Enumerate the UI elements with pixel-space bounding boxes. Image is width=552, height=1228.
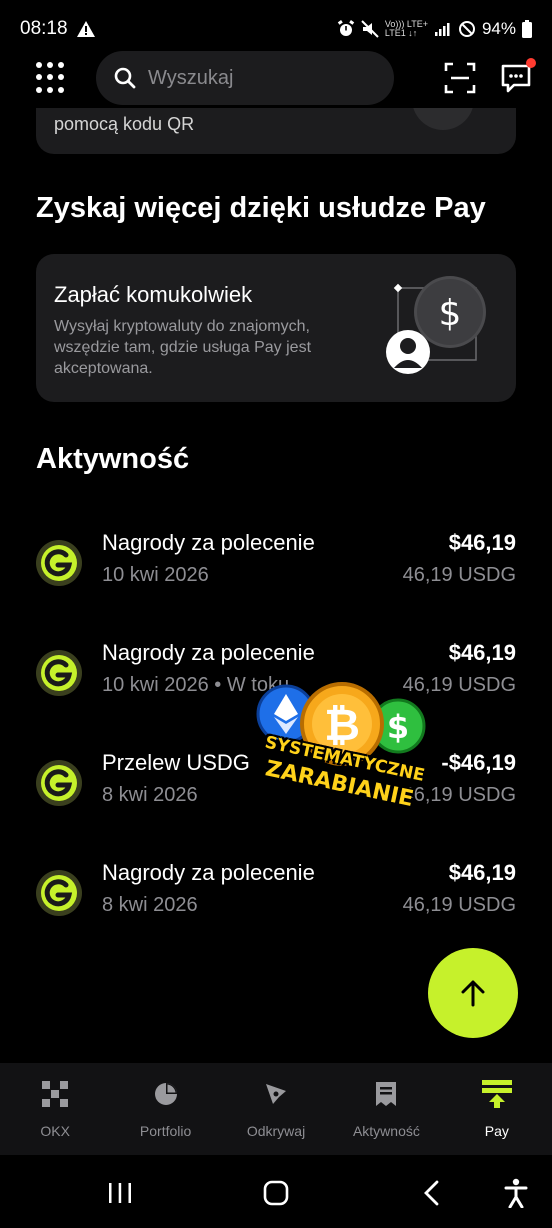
activity-token-amount: 46,19 USDG bbox=[402, 894, 516, 916]
signal-icon bbox=[434, 23, 450, 36]
nav-item-discover[interactable]: Odkrywaj bbox=[221, 1063, 331, 1155]
home-button[interactable] bbox=[256, 1173, 296, 1213]
search-placeholder: Wyszukaj bbox=[148, 66, 234, 89]
qr-card[interactable]: pomocą kodu QR bbox=[36, 108, 516, 154]
recent-apps-icon bbox=[109, 1183, 131, 1203]
scroll-to-top-button[interactable] bbox=[428, 948, 518, 1038]
activity-date: 8 kwi 2026 bbox=[102, 894, 198, 916]
activity-row[interactable]: Przelew USDG 8 kwi 2026 -$46,19 46,19 US… bbox=[36, 742, 516, 812]
nav-label: Portfolio bbox=[139, 1123, 192, 1139]
battery-icon bbox=[522, 20, 532, 38]
notification-dot bbox=[526, 58, 536, 68]
search-icon bbox=[114, 67, 136, 89]
accessibility-button[interactable] bbox=[496, 1173, 536, 1213]
top-bar: Wyszukaj bbox=[0, 50, 552, 106]
search-input[interactable]: Wyszukaj bbox=[96, 51, 394, 105]
activity-date: 10 kwi 2026 • W toku bbox=[102, 674, 290, 696]
activity-row[interactable]: Nagrody za polecenie 8 kwi 2026 $46,19 4… bbox=[36, 852, 516, 922]
activity-date: 10 kwi 2026 bbox=[102, 564, 209, 586]
arrow-up-icon bbox=[461, 980, 485, 1007]
reward-logo-icon bbox=[36, 650, 82, 696]
pie-chart-icon bbox=[154, 1083, 177, 1105]
pay-anyone-card[interactable]: Zapłać komukolwiek Wysyłaj kryptowaluty … bbox=[36, 254, 516, 402]
bottom-nav: OKX Portfolio Odkrywaj Aktywność Pay bbox=[0, 1063, 552, 1155]
activity-amount: $46,19 bbox=[448, 860, 516, 885]
warning-icon bbox=[76, 21, 95, 37]
reward-logo-icon bbox=[36, 760, 82, 806]
activity-section-title: Aktywność bbox=[36, 443, 190, 475]
back-icon bbox=[424, 1180, 439, 1206]
activity-token-amount: 46,19 USDG bbox=[402, 784, 516, 806]
messages-icon[interactable] bbox=[500, 58, 536, 94]
nav-label: Odkrywaj bbox=[246, 1123, 306, 1139]
battery-percent: 94% bbox=[481, 19, 516, 38]
activity-name: Przelew USDG bbox=[102, 750, 250, 775]
pay-icon bbox=[481, 1080, 512, 1108]
scan-qr-icon[interactable] bbox=[444, 62, 476, 94]
activity-date: 8 kwi 2026 bbox=[102, 784, 198, 806]
activity-token-amount: 46,19 USDG bbox=[402, 564, 516, 586]
nav-item-pay[interactable]: Pay bbox=[442, 1063, 552, 1155]
recent-apps-button[interactable] bbox=[100, 1173, 140, 1213]
nav-label: Aktywność bbox=[352, 1123, 420, 1139]
activity-token-amount: 46,19 USDG bbox=[402, 674, 516, 696]
nav-item-okx[interactable]: OKX bbox=[0, 1063, 110, 1155]
activity-row[interactable]: Nagrody za polecenie 10 kwi 2026 $46,19 … bbox=[36, 522, 516, 592]
pay-section-title: Zyskaj więcej dzięki usłudze Pay bbox=[36, 192, 486, 224]
do-not-disturb-icon bbox=[458, 21, 475, 37]
nav-item-portfolio[interactable]: Portfolio bbox=[110, 1063, 220, 1155]
activity-row[interactable]: Nagrody za polecenie 10 kwi 2026 • W tok… bbox=[36, 632, 516, 702]
pay-illustration: $ bbox=[384, 276, 494, 376]
svg-text:$: $ bbox=[387, 708, 409, 746]
svg-text:$: $ bbox=[439, 293, 462, 334]
nav-item-activity[interactable]: Aktywność bbox=[331, 1063, 441, 1155]
okx-logo-icon bbox=[42, 1081, 69, 1107]
activity-amount: -$46,19 bbox=[441, 750, 516, 775]
alarm-icon bbox=[337, 20, 355, 36]
pay-card-description: Wysyłaj kryptowaluty do znajomych, wszęd… bbox=[54, 318, 312, 377]
activity-name: Nagrody za polecenie bbox=[102, 860, 315, 885]
compass-icon bbox=[266, 1084, 287, 1104]
back-button[interactable] bbox=[412, 1173, 452, 1213]
reward-logo-icon bbox=[36, 870, 82, 916]
accessibility-icon bbox=[504, 1178, 528, 1208]
pay-card-title: Zapłać komukolwiek bbox=[54, 282, 253, 307]
nav-label: OKX bbox=[40, 1123, 70, 1139]
activity-name: Nagrody za polecenie bbox=[102, 530, 315, 555]
activity-amount: $46,19 bbox=[448, 640, 516, 665]
system-nav-bar bbox=[0, 1155, 552, 1228]
activity-name: Nagrody za polecenie bbox=[102, 640, 315, 665]
status-time: 08:18 bbox=[20, 18, 68, 39]
mute-icon bbox=[361, 20, 379, 38]
qr-card-text: pomocą kodu QR bbox=[54, 114, 195, 134]
activity-amount: $46,19 bbox=[448, 530, 516, 555]
reward-logo-icon bbox=[36, 540, 82, 586]
apps-grid-icon[interactable] bbox=[36, 62, 68, 94]
qr-card-illustration bbox=[412, 108, 474, 130]
network-label-2: LTE1 ↓↑ bbox=[384, 28, 418, 38]
home-icon bbox=[263, 1180, 289, 1206]
nav-label: Pay bbox=[484, 1123, 509, 1139]
receipt-icon bbox=[376, 1082, 397, 1106]
